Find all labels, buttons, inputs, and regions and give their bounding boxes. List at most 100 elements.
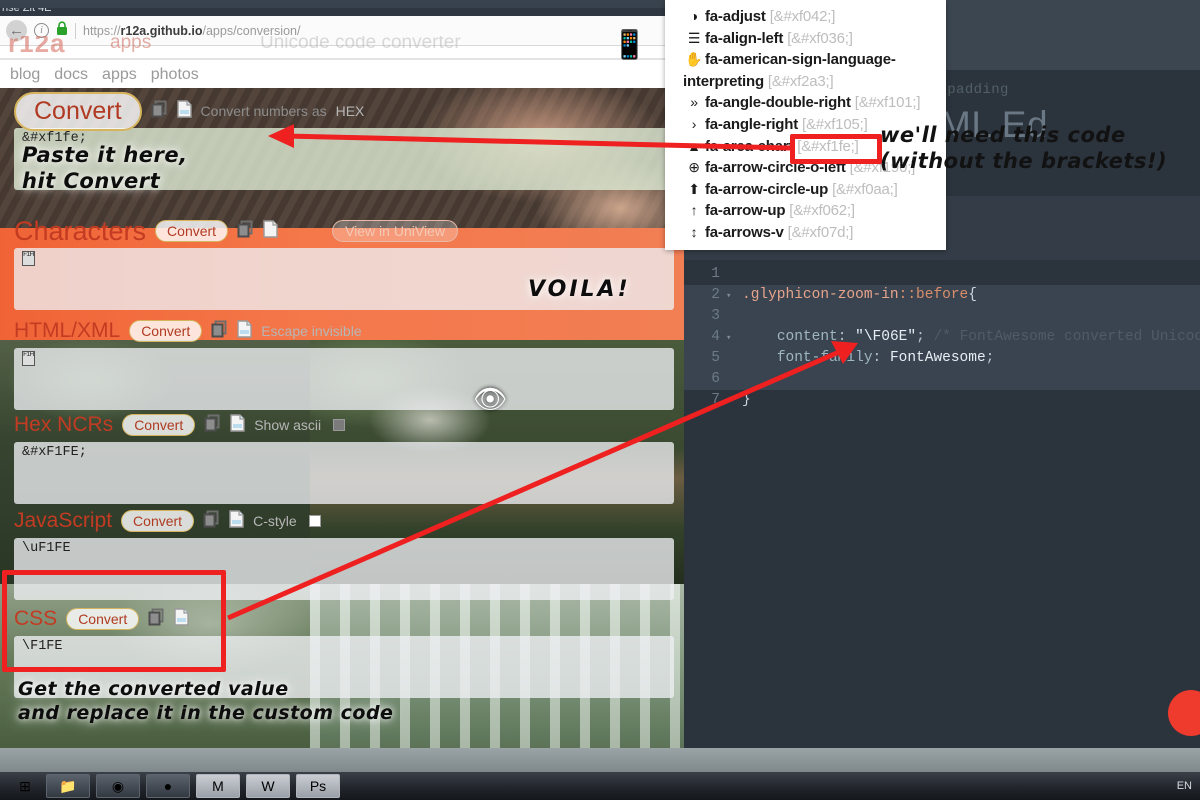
file-icon[interactable] <box>229 509 244 533</box>
align-left-icon: ☰ <box>687 29 701 46</box>
edge-taskbar-icon[interactable]: ● <box>146 774 190 798</box>
annotation-voila: VOILA! <box>528 277 631 302</box>
javascript-hint: C-style <box>253 513 297 529</box>
html-xml-output-field[interactable]: F1FE <box>14 348 674 410</box>
javascript-value: \uF1FE <box>22 541 71 556</box>
fa-list-item[interactable]: ☰ fa-align-left [&#xf036;] <box>683 28 946 50</box>
header-divider <box>0 58 684 60</box>
css-pseudo-element: ::before <box>898 287 969 303</box>
css-value-content: "\F06E" <box>855 329 917 345</box>
mobile-phone-icon[interactable]: 📱 <box>612 28 647 61</box>
fa-list-item[interactable]: ◑ fa-adjust [&#xf042;] <box>683 6 946 28</box>
javascript-output-field[interactable]: \uF1FE <box>14 538 674 600</box>
mcafee-taskbar-icon[interactable]: M <box>196 774 240 798</box>
hex-ncrs-output-field[interactable]: &#xF1FE; <box>14 442 674 504</box>
nav-item-docs[interactable]: docs <box>54 66 88 84</box>
row-label-html-xml: HTML/XML <box>14 319 121 342</box>
copy-icon[interactable] <box>211 320 228 343</box>
site-tagline: apps <box>110 36 152 53</box>
taskbar-clock[interactable]: EN <box>1177 780 1192 792</box>
file-icon[interactable] <box>230 413 245 437</box>
missing-glyph-box: F1FE <box>22 251 35 266</box>
screenshot-root: .mbr-section mbr-section--no-padding "la… <box>0 0 1200 800</box>
convert-button-main[interactable]: Convert <box>14 91 142 131</box>
line-number: 2 <box>711 287 720 303</box>
convert-button-hex-ncrs[interactable]: Convert <box>122 414 196 436</box>
file-icon[interactable] <box>263 219 278 243</box>
fa-code: [&#xf2a3;] <box>767 72 834 90</box>
line-number: 3 <box>711 308 720 324</box>
convert-button-characters[interactable]: Convert <box>155 220 229 242</box>
css-value-font-family: FontAwesome <box>889 350 986 366</box>
line-number: 7 <box>711 392 720 408</box>
code-line-2: 2 ▾ .glyphicon-zoom-in::before{ <box>684 285 1200 306</box>
fa-code: [&#xf105;] <box>802 115 868 133</box>
convert-button-css[interactable]: Convert <box>66 608 140 630</box>
area-chart-icon: ▲ <box>687 137 701 154</box>
arrow-circle-up-icon: ⬆ <box>688 180 700 197</box>
show-ascii-checkbox[interactable] <box>333 419 346 431</box>
fold-marker[interactable]: ▾ <box>726 286 736 307</box>
fa-list-item[interactable]: ✋ fa-american-sign-language-interpreting … <box>683 49 946 92</box>
copy-icon[interactable] <box>151 100 168 123</box>
site-logo[interactable]: r12a <box>8 36 66 59</box>
arrow-up-icon: ↑ <box>690 202 698 219</box>
css-value: \F1FE <box>22 639 63 654</box>
nav-item-blog[interactable]: blog <box>10 66 40 84</box>
american-sign-language-interpreting-icon: ✋ <box>685 51 703 68</box>
row-label-javascript: JavaScript <box>14 509 113 532</box>
code-line-3: 3 <box>684 306 1200 327</box>
row-label-characters: Characters <box>14 215 147 246</box>
copy-icon[interactable] <box>203 510 220 533</box>
c-style-checkbox[interactable] <box>308 515 321 527</box>
css-code-editor[interactable]: 1 2 ▾ .glyphicon-zoom-in::before{ 3 4 ▾ con… <box>684 264 1200 432</box>
css-comment: /* FontAwesome converted Unicode <box>933 329 1200 345</box>
taskbar[interactable]: ⊞ 📁 ◉ ● M W Ps EN <box>0 772 1200 800</box>
window-title: nse Zit 4E <box>2 8 52 14</box>
row-label-hex-ncrs: Hex NCRs <box>14 413 114 436</box>
arrow-circle-o-left-icon: ⊕ <box>688 159 700 176</box>
explorer-taskbar-icon[interactable]: 📁 <box>46 774 90 798</box>
file-icon[interactable] <box>237 319 252 343</box>
nav-item-apps[interactable]: apps <box>102 66 137 84</box>
fa-name: fa-arrow-up <box>705 202 786 220</box>
row-label-css: CSS <box>14 607 58 630</box>
annotation-need-code: we'll need this code (without the bracke… <box>880 123 1168 174</box>
fa-list-item[interactable]: ↑ fa-arrow-up [&#xf062;] <box>683 200 946 222</box>
fa-name: fa-arrow-circle-o-left <box>705 159 846 177</box>
code-line-1: 1 <box>684 264 1200 285</box>
fa-list-item[interactable]: ⬆ fa-arrow-circle-up [&#xf0aa;] <box>683 179 946 201</box>
eye-icon: 👁 <box>473 384 508 414</box>
firefox-taskbar-icon[interactable]: ◉ <box>96 774 140 798</box>
fa-code-highlighted: [&#xf1fe;] <box>797 137 859 155</box>
fa-list-item[interactable]: » fa-angle-double-right [&#xf101;] <box>683 92 946 114</box>
missing-glyph-box: F1FE <box>22 351 35 366</box>
copy-icon[interactable] <box>237 220 254 243</box>
adjust-icon: ◑ <box>689 8 699 24</box>
file-icon[interactable] <box>174 607 189 631</box>
site-header: r12a apps Unicode code converter <box>0 36 684 62</box>
fa-list-item[interactable]: ↕ fa-arrows-v [&#xf07d;] <box>683 222 946 244</box>
view-in-uniview-button[interactable]: View in UniView <box>332 220 458 242</box>
fold-marker[interactable]: ▾ <box>726 328 736 349</box>
code-line-6: 6 <box>684 369 1200 390</box>
css-brace-close: } <box>742 392 751 408</box>
html-xml-hint: Escape invisible <box>261 323 362 339</box>
browser-title-bar: nse Zit 4E <box>0 8 684 16</box>
convert-hint: Convert numbers as <box>200 103 327 119</box>
convert-button-javascript[interactable]: Convert <box>121 510 195 532</box>
fa-name: fa-arrow-circle-up <box>705 180 829 198</box>
desktop-strip <box>0 748 1200 772</box>
copy-icon[interactable] <box>204 414 221 437</box>
convert-button-html-xml[interactable]: Convert <box>129 320 203 342</box>
hex-ncrs-value: &#xF1FE; <box>22 445 87 460</box>
site-nav[interactable]: blog docs apps photos <box>0 62 684 88</box>
nav-item-photos[interactable]: photos <box>151 66 199 84</box>
fa-code: [&#xf101;] <box>854 94 921 112</box>
file-icon[interactable] <box>176 99 192 123</box>
start-button[interactable]: ⊞ <box>10 774 40 798</box>
photoshop-taskbar-icon[interactable]: Ps <box>296 774 340 798</box>
copy-icon[interactable] <box>148 608 165 631</box>
word-taskbar-icon[interactable]: W <box>246 774 290 798</box>
fa-name: fa-area-chart <box>705 137 794 155</box>
